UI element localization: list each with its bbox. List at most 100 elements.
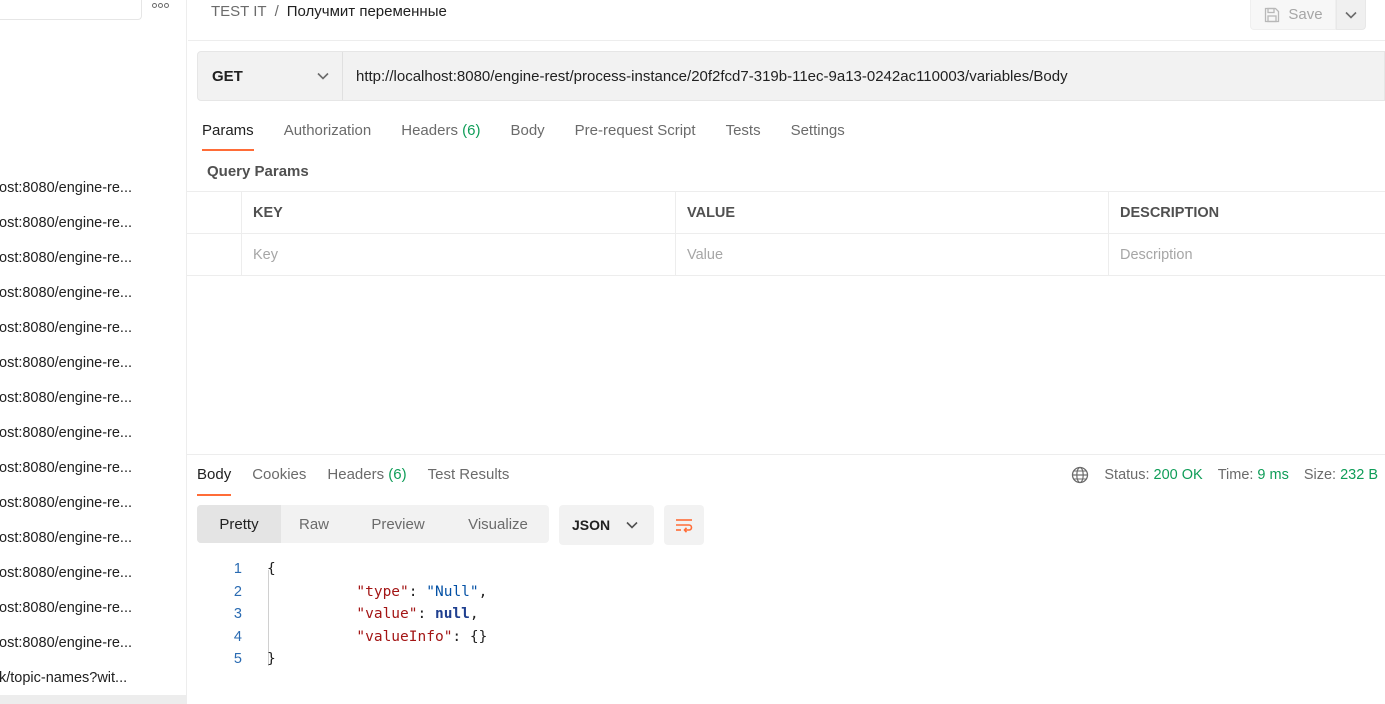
status-value[interactable]: 200 OK [1154,467,1203,483]
sidebar-request-item[interactable]: ost:8080/engine-re... [0,415,186,450]
sidebar-item-label: ost:8080/engine-re... [0,319,133,336]
sidebar-request-item[interactable]: k/topic-names?wit... [0,660,186,695]
sidebar-request-item-selected[interactable] [0,695,186,704]
format-label: JSON [572,517,611,533]
json-value-valueinfo: {} [469,628,488,645]
sidebar-request-item[interactable]: ost:8080/engine-re... [0,380,186,415]
sidebar-item-label: ost:8080/engine-re... [0,214,133,231]
view-pretty-button[interactable]: Pretty [197,505,281,543]
param-value-input[interactable]: Value [675,234,1108,276]
sidebar-item-label: ost:8080/engine-re... [0,389,133,406]
line-number: 2 [233,583,242,600]
response-body-editor[interactable]: 1 { 2 "type": "Null", 3 "value": null, 4… [197,558,1385,678]
sidebar-request-item[interactable]: ost:8080/engine-re... [0,485,186,520]
chevron-down-icon [1345,11,1357,19]
table-header-row: KEY VALUE DESCRIPTION [187,192,1385,234]
wrap-lines-button[interactable] [664,505,704,545]
json-close-brace: } [267,651,276,668]
size-value[interactable]: 232 B [1340,467,1378,483]
sidebar-search-input[interactable] [0,0,142,20]
view-raw-button[interactable]: Raw [281,505,347,543]
column-header-description: DESCRIPTION [1108,192,1385,234]
param-description-input[interactable]: Description [1108,234,1385,276]
tab-headers-count: (6) [462,122,481,139]
tab-prerequest-script[interactable]: Pre-request Script [575,118,696,152]
save-button[interactable]: Save [1250,0,1336,30]
globe-icon[interactable] [1071,466,1089,484]
sidebar-item-label: ost:8080/engine-re... [0,599,133,616]
sidebar: ost:8080/engine-re... ost:8080/engine-re… [0,0,187,704]
view-visualize-button[interactable]: Visualize [449,505,547,543]
more-options-icon[interactable] [152,0,172,12]
request-title[interactable]: Получмит переменные [287,3,447,20]
sidebar-item-label: ost:8080/engine-re... [0,494,133,511]
sidebar-item-label: ost:8080/engine-re... [0,529,133,546]
save-dropdown-button[interactable] [1336,0,1366,30]
save-icon [1265,7,1280,22]
json-open-brace: { [267,561,276,578]
sidebar-request-item[interactable]: ost:8080/engine-re... [0,555,186,590]
line-number: 3 [233,606,242,623]
tab-body[interactable]: Body [510,118,544,152]
response-tab-cookies[interactable]: Cookies [252,462,306,496]
tab-authorization[interactable]: Authorization [284,118,372,152]
method-select[interactable]: GET [198,52,343,100]
sidebar-item-label: ost:8080/engine-re... [0,459,133,476]
line-number: 1 [233,561,242,578]
sidebar-request-item[interactable]: ost:8080/engine-re... [0,205,186,240]
request-tabs: Params Authorization Headers (6) Body Pr… [202,118,875,152]
query-params-table: KEY VALUE DESCRIPTION Key Value Descript… [187,191,1385,276]
sidebar-request-item[interactable]: ost:8080/engine-re... [0,310,186,345]
sidebar-request-item[interactable]: ost:8080/engine-re... [0,345,186,380]
format-select[interactable]: JSON [559,505,654,545]
time-label: Time: [1217,467,1254,483]
tab-headers[interactable]: Headers (6) [401,118,480,152]
breadcrumb-separator: / [274,3,279,20]
table-row: Key Value Description [187,234,1385,276]
sidebar-item-label: ost:8080/engine-re... [0,179,133,196]
response-tab-headers-count: (6) [388,466,407,483]
sidebar-request-item[interactable]: ost:8080/engine-re... [0,170,186,205]
sidebar-item-label: ost:8080/engine-re... [0,354,133,371]
tab-params[interactable]: Params [202,118,254,152]
sidebar-item-label: ost:8080/engine-re... [0,564,133,581]
method-label: GET [212,67,243,85]
response-view-toggle: Pretty Raw Preview Visualize [197,505,549,543]
save-label: Save [1288,6,1323,23]
response-meta: Status: 200 OK Time: 9 ms Size: 232 B [1071,465,1378,485]
request-header: TEST IT / Получмит переменные Save [188,0,1385,41]
sidebar-item-label: k/topic-names?wit... [0,669,128,686]
sidebar-request-item[interactable]: ost:8080/engine-re... [0,240,186,275]
time-value[interactable]: 9 ms [1257,467,1288,483]
sidebar-item-label: ost:8080/engine-re... [0,424,133,441]
column-header-key: KEY [241,192,675,234]
json-comma: , [478,583,488,600]
sidebar-request-item[interactable]: ost:8080/engine-re... [0,450,186,485]
json-key-valueinfo: "valueInfo" [356,628,453,645]
sidebar-request-item[interactable]: ost:8080/engine-re... [0,520,186,555]
wrap-lines-icon [676,519,693,533]
column-header-value: VALUE [675,192,1108,234]
query-params-title: Query Params [207,163,309,180]
param-key-input[interactable]: Key [241,234,675,276]
save-group: Save [1250,0,1366,30]
line-number: 5 [233,651,242,668]
sidebar-request-item[interactable]: ost:8080/engine-re... [0,625,186,660]
sidebar-item-label: ost:8080/engine-re... [0,634,133,651]
line-number: 4 [233,628,242,645]
tab-settings[interactable]: Settings [791,118,845,152]
url-input[interactable]: http://localhost:8080/engine-rest/proces… [343,52,1384,100]
tab-tests[interactable]: Tests [726,118,761,152]
size-label: Size: [1303,467,1337,483]
response-tab-headers[interactable]: Headers (6) [327,462,406,496]
response-tab-body[interactable]: Body [197,462,232,496]
view-preview-button[interactable]: Preview [347,505,449,543]
sidebar-request-item[interactable]: ost:8080/engine-re... [0,590,186,625]
response-tab-test-results[interactable]: Test Results [428,462,510,496]
response-divider[interactable] [187,454,1385,455]
status-label: Status: [1104,467,1150,483]
breadcrumb-collection[interactable]: TEST IT [211,3,267,20]
chevron-down-icon [317,72,329,80]
sidebar-request-item[interactable]: ost:8080/engine-re... [0,275,186,310]
sidebar-item-label: ost:8080/engine-re... [0,284,133,301]
